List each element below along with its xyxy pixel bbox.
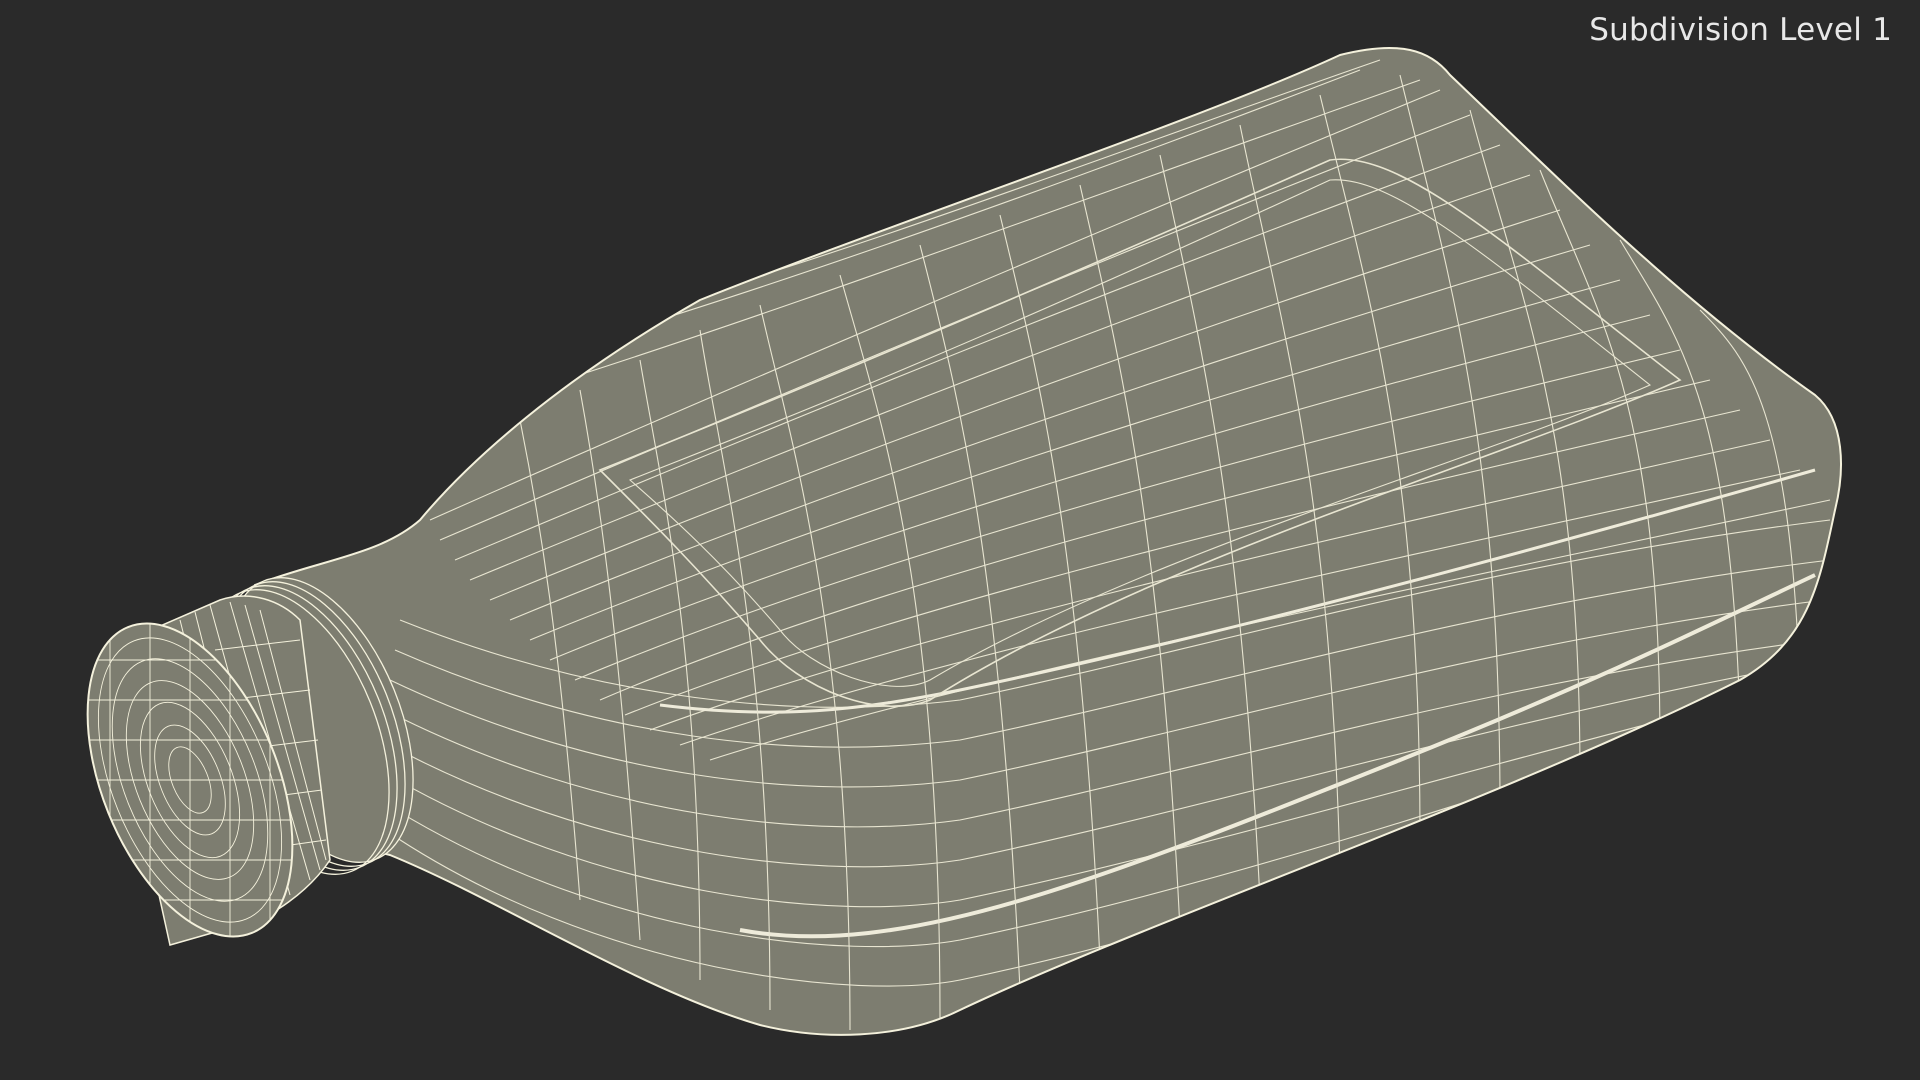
bottle-body: [254, 46, 1842, 1036]
bottle-cap: [46, 595, 334, 960]
render-viewport: Subdivision Level 1: [0, 0, 1920, 1080]
wireframe-bottle-model: [46, 46, 1842, 1036]
